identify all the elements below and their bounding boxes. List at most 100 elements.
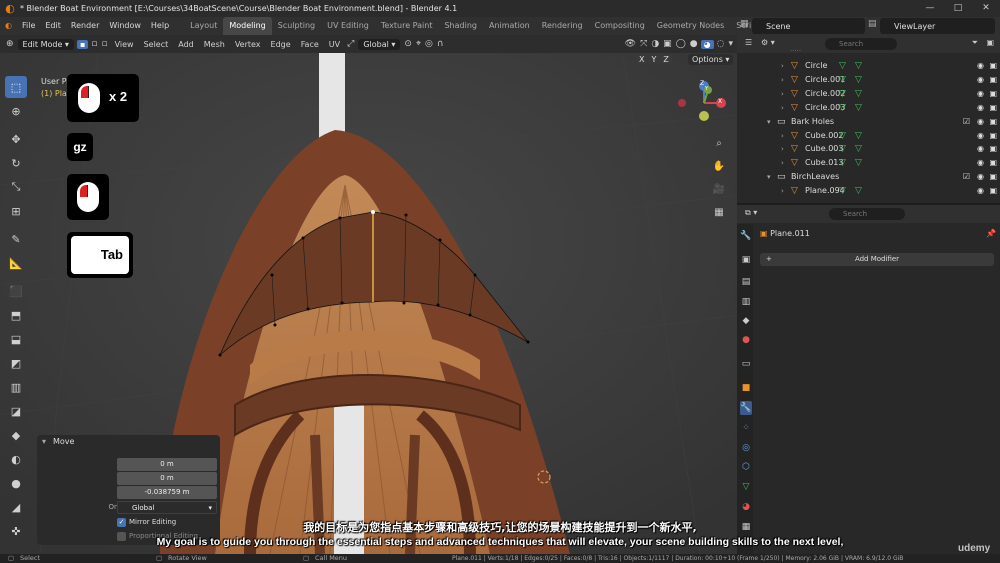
exclude-checkbox-icon[interactable]: ☑ xyxy=(963,115,970,129)
output-tab-icon[interactable]: ▤ xyxy=(740,275,752,289)
material-tab-icon[interactable]: ◕ xyxy=(740,500,752,514)
select-box-tool-icon[interactable]: ⬚ xyxy=(5,76,27,98)
visibility-eye-icon[interactable]: ◉ xyxy=(977,101,984,115)
pan-hand-icon[interactable]: ✋ xyxy=(710,157,728,175)
xray-icon[interactable]: ▣ xyxy=(663,39,672,49)
orientation-selector[interactable]: Global ▾ xyxy=(358,38,401,50)
zoom-icon[interactable]: ⌕ xyxy=(710,134,728,152)
modifier-icon[interactable]: ▽ xyxy=(855,59,862,73)
modifier-icon[interactable]: ▽ xyxy=(855,101,862,115)
pivot-icon[interactable]: ⊙ xyxy=(404,39,412,49)
visibility-eye-icon[interactable]: ◉ xyxy=(977,73,984,87)
spin-tool-icon[interactable]: ◐ xyxy=(5,448,27,470)
collapse-chevron-icon[interactable]: › xyxy=(781,129,784,143)
collapse-chevron-icon[interactable]: › xyxy=(781,184,784,198)
camera-view-icon[interactable]: 🎥 xyxy=(710,180,728,198)
menu-view[interactable]: View xyxy=(110,40,139,49)
render-camera-icon[interactable]: ▣ xyxy=(989,156,997,170)
render-camera-icon[interactable]: ▣ xyxy=(989,87,997,101)
visibility-eye-icon[interactable]: ◉ xyxy=(977,59,984,73)
knife-tool-icon[interactable]: ◪ xyxy=(5,400,27,422)
mesh-data-icon[interactable]: ▽ xyxy=(839,184,846,198)
collapse-chevron-icon[interactable]: › xyxy=(781,73,784,87)
physics-tab-icon[interactable]: ◎ xyxy=(740,441,752,455)
measure-tool-icon[interactable]: 📐 xyxy=(5,252,27,274)
wireframe-shading-icon[interactable]: ◯ xyxy=(676,39,686,49)
shading-options-icon[interactable]: ▾ xyxy=(728,39,733,49)
editor-type-icon[interactable]: ⊕ xyxy=(6,39,14,49)
modifier-icon[interactable]: ▽ xyxy=(855,142,862,156)
visibility-eye-icon[interactable]: ◉ xyxy=(977,115,984,129)
tab-sculpting[interactable]: Sculpting xyxy=(272,17,321,35)
material-shading-icon[interactable]: ◕ xyxy=(700,39,714,49)
tab-texture-paint[interactable]: Texture Paint xyxy=(375,17,439,35)
menu-window[interactable]: Window xyxy=(104,17,146,35)
tab-rendering[interactable]: Rendering xyxy=(536,17,589,35)
tab-compositing[interactable]: Compositing xyxy=(589,17,651,35)
properties-editor-icon[interactable]: ⧉ ▾ xyxy=(745,208,757,218)
menu-mesh[interactable]: Mesh xyxy=(199,40,230,49)
visibility-icon[interactable]: 👁 xyxy=(625,39,636,49)
menu-select[interactable]: Select xyxy=(139,40,174,49)
scene-selector[interactable]: Scene xyxy=(752,18,865,34)
menu-vertex[interactable]: Vertex xyxy=(230,40,266,49)
visibility-eye-icon[interactable]: ◉ xyxy=(977,142,984,156)
display-mode-icon[interactable]: ⚙ ▾ xyxy=(761,38,775,47)
minimize-icon[interactable]: — xyxy=(916,0,944,17)
pin-icon[interactable]: 📌 xyxy=(986,229,996,238)
move-y-field[interactable]: 0 m xyxy=(117,472,217,485)
outliner-search[interactable]: Search xyxy=(825,38,897,50)
render-camera-icon[interactable]: ▣ xyxy=(989,170,997,184)
modifier-icon[interactable]: ▽ xyxy=(855,129,862,143)
outliner-editor-icon[interactable]: ☰ xyxy=(745,38,752,47)
render-camera-icon[interactable]: ▣ xyxy=(989,73,997,87)
edge-select-icon[interactable]: ▫ xyxy=(91,39,97,49)
data-tab-icon[interactable]: ▽ xyxy=(740,480,752,494)
tab-uv-editing[interactable]: UV Editing xyxy=(321,17,375,35)
tool-tab-icon[interactable]: 🔧 xyxy=(740,229,752,243)
maximize-icon[interactable]: □ xyxy=(944,0,972,17)
scene-tab-icon[interactable]: ◆ xyxy=(740,314,752,328)
outliner-object-row[interactable]: › ▽ Cube.013 ▽ ▽ ◉ ▣ xyxy=(737,156,1000,170)
mesh-data-icon[interactable]: ▽ xyxy=(839,142,846,156)
solid-shading-icon[interactable]: ● xyxy=(690,39,698,49)
render-camera-icon[interactable]: ▣ xyxy=(989,59,997,73)
menu-file[interactable]: File xyxy=(17,17,40,35)
extrude-tool-icon[interactable]: ⬒ xyxy=(5,304,27,326)
mesh-data-icon[interactable]: ▽ xyxy=(839,59,846,73)
shear-tool-icon[interactable]: ◢ xyxy=(5,496,27,518)
menu-edge[interactable]: Edge xyxy=(266,40,296,49)
collapse-chevron-icon[interactable]: › xyxy=(781,87,784,101)
ortho-grid-icon[interactable]: ▦ xyxy=(710,203,728,221)
inset-tool-icon[interactable]: ⬓ xyxy=(5,328,27,350)
menu-uv[interactable]: UV xyxy=(324,40,345,49)
outliner-object-row[interactable]: › ▽ Cube.003 ▽ ▽ ◉ ▣ xyxy=(737,142,1000,156)
visibility-eye-icon[interactable]: ◉ xyxy=(977,156,984,170)
render-tab-icon[interactable]: ▣ xyxy=(740,253,752,267)
move-z-field[interactable]: -0.038759 m xyxy=(117,486,217,499)
annotate-tool-icon[interactable]: ✎ xyxy=(5,228,27,250)
collapse-chevron-icon[interactable]: › xyxy=(781,59,784,73)
modifier-icon[interactable]: ▽ xyxy=(855,73,862,87)
axis-x-toggle[interactable]: X xyxy=(636,55,648,64)
orientation-dropdown[interactable]: Global ▾ xyxy=(117,501,217,514)
transform-tool-icon[interactable]: ⊞ xyxy=(5,200,27,222)
visibility-eye-icon[interactable]: ◉ xyxy=(977,129,984,143)
outliner-object-row[interactable]: › ▽ Cube.002 ▽ ▽ ◉ ▣ xyxy=(737,129,1000,143)
modifier-icon[interactable]: ▽ xyxy=(855,87,862,101)
collapse-chevron-icon[interactable]: › xyxy=(781,156,784,170)
face-select-icon[interactable]: ▫ xyxy=(101,39,107,49)
render-camera-icon[interactable]: ▣ xyxy=(989,101,997,115)
mesh-data-icon[interactable]: ▽ xyxy=(839,156,846,170)
menu-render[interactable]: Render xyxy=(66,17,104,35)
render-camera-icon[interactable]: ▣ xyxy=(989,142,997,156)
render-camera-icon[interactable]: ▣ xyxy=(989,129,997,143)
tab-shading[interactable]: Shading xyxy=(438,17,483,35)
blender-menu-icon[interactable]: ◐ xyxy=(0,17,17,35)
rotate-tool-icon[interactable]: ↻ xyxy=(5,152,27,174)
axis-z-toggle[interactable]: Z xyxy=(660,55,672,64)
visibility-eye-icon[interactable]: ◉ xyxy=(977,170,984,184)
tab-geometry-nodes[interactable]: Geometry Nodes xyxy=(651,17,730,35)
object-tab-icon[interactable]: ■ xyxy=(740,381,752,395)
outliner-object-row[interactable]: › ▽ Circle.001 ▽ ▽ ◉ ▣ xyxy=(737,73,1000,87)
